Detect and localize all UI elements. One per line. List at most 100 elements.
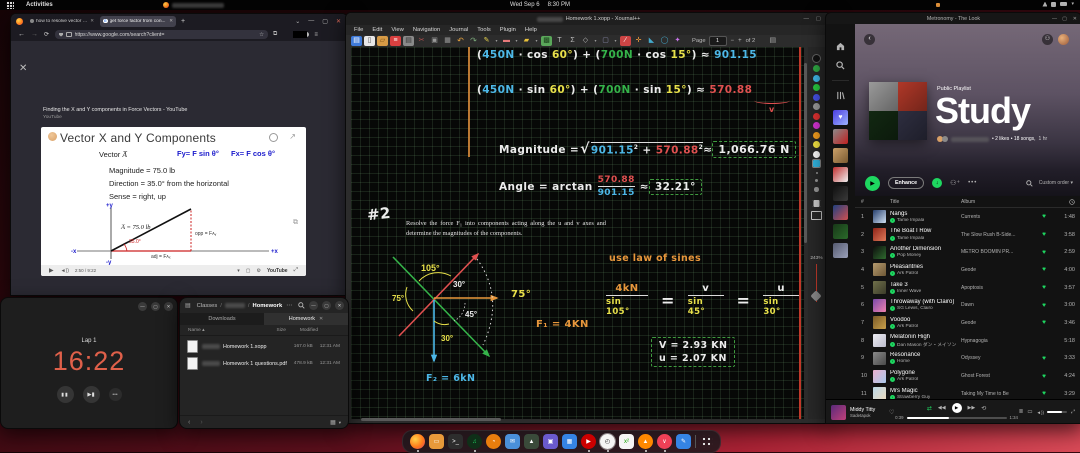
file-row[interactable]: Homework 1.xopp 167.0 kB 12:31 AM [180, 338, 348, 355]
palette-color-7[interactable] [813, 122, 820, 129]
track-album[interactable]: Geode [961, 320, 1037, 326]
track-title[interactable]: Mrs Magic [890, 388, 961, 395]
track-artist[interactable]: Tame Impala [897, 236, 924, 241]
track-album[interactable]: Ghost Forest [961, 373, 1037, 379]
breadcrumb-current[interactable]: Homework [253, 303, 283, 309]
miniplayer-icon[interactable]: ▢ [246, 268, 251, 274]
paste-icon[interactable]: ▦ [442, 36, 453, 46]
forward-button[interactable]: → [31, 31, 38, 38]
tex-tool-icon[interactable]: Σ [567, 36, 578, 46]
track-title[interactable]: The Boat I Row [890, 228, 961, 235]
track-artist[interactable]: Pop Money [897, 253, 921, 258]
liked-heart-icon[interactable]: ♥ [1037, 231, 1051, 238]
system-tray[interactable]: ▾ [1042, 1, 1074, 7]
dock-item-mail[interactable]: ✉ [505, 434, 520, 449]
palette-color-3[interactable] [813, 84, 820, 91]
track-album[interactable]: Geode [961, 267, 1037, 273]
circle-tool-icon[interactable]: ◯ [659, 36, 670, 46]
minimize-button[interactable]: — [1052, 16, 1057, 22]
close-button[interactable]: ✕ [164, 302, 173, 311]
browser-tab-1[interactable]: how to resolve vector int... ✕ [27, 16, 97, 26]
dock-item-firefox[interactable] [410, 434, 425, 452]
shape-dropdown-icon[interactable]: ▾ [593, 36, 598, 46]
home-icon[interactable] [836, 42, 845, 51]
track-album[interactable]: Apoptosis [961, 285, 1037, 291]
track-artist[interactable]: Tame Impala [897, 218, 924, 223]
line-tool-icon[interactable]: ◣ [646, 36, 657, 46]
back-button[interactable]: ‹ [864, 34, 875, 45]
menu-view[interactable]: View [391, 27, 403, 33]
maximize-button[interactable]: ▢ [1062, 16, 1067, 22]
sidebar-toggle-icon[interactable]: ▤ [185, 302, 191, 309]
tab-homework[interactable]: Homework ✕ [264, 313, 348, 325]
palette-color-2[interactable] [813, 74, 820, 82]
liked-heart-icon[interactable]: ♥ [1037, 355, 1051, 362]
track-album[interactable]: Odyssey [961, 355, 1037, 361]
dock-item-files[interactable]: ▭ [429, 434, 444, 449]
track-album[interactable]: Taking My Time to Be [961, 391, 1037, 397]
profile-avatar[interactable] [1058, 34, 1069, 45]
track-row[interactable]: 4 Pleasantries ↓ Ark Patrol Geode ♥ 4:00 [855, 261, 1080, 279]
history-forward-icon[interactable]: › [200, 419, 202, 426]
now-playing-cover[interactable] [831, 404, 846, 420]
liked-heart-icon[interactable]: ♥ [1037, 373, 1051, 380]
download-video-icon[interactable]: ▾ [237, 268, 240, 274]
minimize-button[interactable]: — [309, 301, 318, 310]
settings-gear-icon[interactable]: ⚙ [256, 268, 260, 274]
maximize-button[interactable]: ▢ [816, 16, 821, 22]
dock-item-clocks[interactable]: ◴ [599, 433, 616, 452]
close-button[interactable]: ✕ [335, 301, 344, 310]
liked-heart-icon[interactable]: ♥ [1037, 284, 1051, 291]
close-button[interactable]: ✕ [1073, 16, 1077, 22]
track-row[interactable]: 10 Polygone ↓ Ark Patrol Ghost Forest ♥ 4:24 [855, 367, 1080, 385]
column-album[interactable]: Album [961, 199, 1037, 205]
extensions-icon[interactable]: ⧉ [273, 31, 277, 38]
menu-edit[interactable]: Edit [372, 27, 382, 33]
dock-item-boxes[interactable]: ▣ [543, 434, 558, 449]
page-layout-single-icon[interactable] [811, 210, 822, 220]
pen-dropdown-icon[interactable]: ▾ [494, 36, 499, 46]
view-options-chevron-icon[interactable]: ▾ [339, 420, 341, 426]
minimize-button[interactable]: — [308, 18, 314, 24]
zoom-slider-handle[interactable] [810, 289, 822, 302]
palette-color-8[interactable] [813, 131, 820, 139]
menu-icon[interactable]: ≡ [314, 32, 318, 38]
menu-plugin[interactable]: Plugin [500, 27, 516, 33]
dock-item-blender[interactable]: ◔ [486, 434, 501, 449]
volume-bar[interactable] [1046, 411, 1067, 413]
sort-order-button[interactable]: Custom order ▾ [1039, 180, 1073, 186]
track-row[interactable]: 11 Mrs Magic ↓ Strawberry Guy Taking My Time… [855, 385, 1080, 399]
track-row[interactable]: 6 Throwaway (with Clairo) ↓ SG Lewis, Clair… [855, 296, 1080, 314]
result-title[interactable]: Finding the X and Y components in Force … [43, 107, 187, 113]
history-back-icon[interactable]: ‹ [188, 419, 190, 426]
search-icon[interactable] [298, 302, 305, 309]
track-artist[interactable]: Ark Patrol [897, 324, 918, 329]
highlighter-dropdown-icon[interactable]: ▾ [534, 36, 539, 46]
track-title[interactable]: Throwaway (with Clairo) [890, 299, 961, 306]
dock-item-calendar[interactable]: ▦ [562, 434, 577, 449]
track-album[interactable]: Hypnagogia [961, 338, 1037, 344]
bookmark-star-icon[interactable]: ☆ [259, 32, 264, 38]
pause-button[interactable]: ▮▮ [56, 386, 74, 403]
track-album[interactable]: Dawn [961, 302, 1037, 308]
track-album[interactable]: Currents [961, 214, 1037, 220]
browser-tab-2[interactable]: G get force factor from con... ✕ [100, 15, 176, 27]
undo-icon[interactable]: ↶ [455, 36, 466, 46]
add-user-icon[interactable]: ⚇⁺ [950, 179, 960, 187]
menu-journal[interactable]: Journal [449, 27, 468, 33]
sidebar-playlist-cover-5[interactable] [833, 205, 848, 220]
breadcrumb-root[interactable]: Classes [197, 303, 218, 309]
sidebar-playlist-cover-1[interactable] [833, 129, 848, 144]
new-tab-button[interactable]: + [181, 18, 185, 25]
page-number-input[interactable]: 1 [708, 36, 727, 46]
friend-activity-button[interactable]: ⚇ [1042, 34, 1053, 45]
stroke-size-medium[interactable] [815, 179, 818, 182]
track-title[interactable]: Another Dimension [890, 246, 961, 253]
column-modified[interactable]: Modified [300, 328, 318, 333]
shuffle-icon[interactable]: ⇄ [927, 405, 932, 412]
export-pdf-icon[interactable]: ≡ [390, 36, 401, 46]
next-track-icon[interactable]: ▶▶ [968, 405, 976, 411]
xournal-titlebar[interactable]: Homework 1.xopp - Xournal++ — ▢ [346, 13, 831, 25]
tab-list-chevron-icon[interactable]: ⌄ [295, 18, 300, 25]
queue-icon[interactable]: ≣ [1019, 409, 1024, 415]
